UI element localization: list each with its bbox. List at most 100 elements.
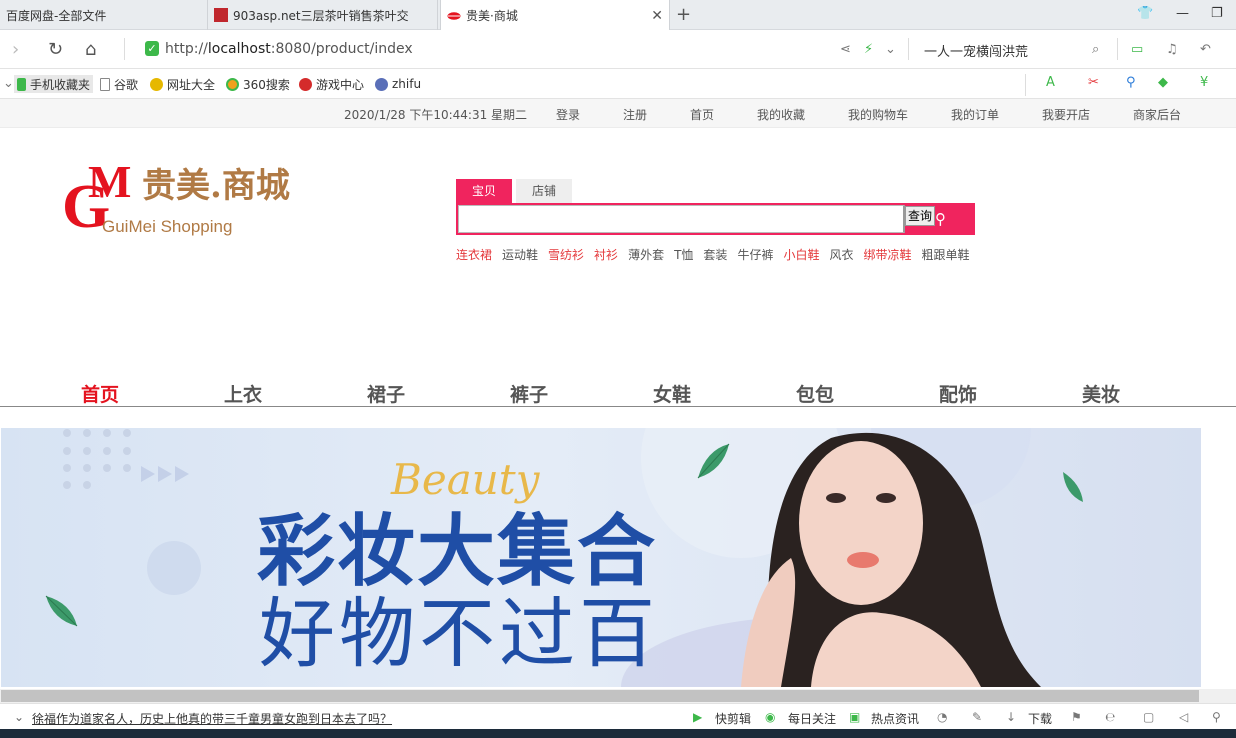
banner-graphic: Beauty 彩妆大集合 好物不过百 xyxy=(45,428,1083,687)
cart-link[interactable]: 我的购物车 xyxy=(848,106,908,123)
scissors-icon[interactable]: ✂ xyxy=(1088,75,1099,90)
divider xyxy=(124,38,125,60)
nav-pants[interactable]: 裤子 xyxy=(479,380,579,407)
bookmark-google[interactable]: 谷歌 xyxy=(100,75,138,93)
chevron-down-icon[interactable]: ⌄ xyxy=(14,710,24,724)
logo-mark-icon: G M 贵美.商城 GuiMei Shopping xyxy=(62,156,290,241)
hot-keyword[interactable]: 薄外套 xyxy=(628,248,664,262)
hot-keyword[interactable]: 牛仔裤 xyxy=(737,248,773,262)
hot-keyword[interactable]: 风衣 xyxy=(829,248,853,262)
maximize-icon[interactable]: ❐ xyxy=(1211,6,1223,21)
bookmark-mobile[interactable]: 手机收藏夹 xyxy=(14,75,94,93)
lightning-icon[interactable]: ⚡ xyxy=(864,42,873,57)
hot-keyword[interactable]: 小白鞋 xyxy=(783,248,819,262)
search-icon: ⚲ xyxy=(935,210,946,228)
browser-tab-bar: 百度网盘-全部文件 903asp.net三层茶叶销售茶叶交 贵美·商城 ✕ + … xyxy=(0,0,1236,31)
site-top-bar: 2020/1/28 下午10:44:31 星期二 登录 注册 首页 我的收藏 我… xyxy=(0,99,1236,128)
nav-makeup[interactable]: 美妆 xyxy=(1051,380,1151,407)
hot-keyword[interactable]: 粗跟单鞋 xyxy=(922,248,970,262)
headphones-icon[interactable]: ♫ xyxy=(1166,42,1178,57)
chevron-down-icon[interactable]: ⌄ xyxy=(885,42,896,57)
battery-icon[interactable]: ▭ xyxy=(1131,42,1143,57)
forward-icon[interactable]: › xyxy=(12,39,19,60)
bookmark-zhifu[interactable]: zhifu xyxy=(375,75,421,93)
promo-banner[interactable]: Beauty 彩妆大集合 好物不过百 xyxy=(1,428,1201,687)
site-favicon-icon xyxy=(214,8,228,22)
nav-home[interactable]: 首页 xyxy=(50,380,150,407)
search-button[interactable]: 查询 xyxy=(905,206,935,226)
bookmark-360[interactable]: 360搜索 xyxy=(226,75,290,93)
register-link[interactable]: 注册 xyxy=(623,106,647,123)
open-shop-link[interactable]: 我要开店 xyxy=(1042,106,1090,123)
orders-link[interactable]: 我的订单 xyxy=(951,106,999,123)
browser-tab[interactable]: 903asp.net三层茶叶销售茶叶交 xyxy=(208,0,438,30)
share-icon[interactable]: ⋖ xyxy=(840,42,851,57)
undo-icon[interactable]: ↶ xyxy=(1200,42,1211,57)
browser-tab-active[interactable]: 贵美·商城 ✕ xyxy=(440,0,670,31)
search-icon[interactable]: ⌕ xyxy=(1092,42,1099,57)
tab-products[interactable]: 宝贝 xyxy=(456,179,512,204)
nav-tops[interactable]: 上衣 xyxy=(193,380,293,407)
bookmark-sites[interactable]: 网址大全 xyxy=(150,75,215,93)
bookmarks-bar: ⌄ 手机收藏夹 谷歌 网址大全 360搜索 游戏中心 zhifu A ✂ ⚲ ◆… xyxy=(0,69,1236,99)
hot-keyword[interactable]: 运动鞋 xyxy=(502,248,538,262)
play-circle-icon: ◉ xyxy=(765,710,776,724)
browser-tab[interactable]: 百度网盘-全部文件 xyxy=(0,0,208,30)
nav-bags[interactable]: 包包 xyxy=(765,380,865,407)
flag-icon[interactable]: ⚑ xyxy=(1071,710,1082,724)
home-icon[interactable]: ⌂ xyxy=(85,39,96,60)
dot-grid xyxy=(63,429,131,489)
horizontal-scrollbar[interactable] xyxy=(0,689,1236,703)
phone-icon xyxy=(17,77,26,91)
speaker-icon[interactable]: ◁ xyxy=(1179,710,1188,724)
speed-icon[interactable]: ◔ xyxy=(937,710,947,724)
bookmark-games[interactable]: 游戏中心 xyxy=(299,75,364,93)
nav-accessories[interactable]: 配饰 xyxy=(908,380,1008,407)
hot-keyword[interactable]: 套装 xyxy=(703,248,727,262)
skin-icon[interactable]: 👕 xyxy=(1137,6,1153,21)
nav-shoes[interactable]: 女鞋 xyxy=(622,380,722,407)
banner-headline: 彩妆大集合 xyxy=(257,507,657,597)
nav-skirts[interactable]: 裙子 xyxy=(336,380,436,407)
download-link[interactable]: 下载 xyxy=(1028,710,1052,727)
minimize-icon[interactable]: — xyxy=(1176,6,1189,21)
url-field[interactable]: http://localhost:8080/product/index xyxy=(165,41,413,57)
browser-search-input[interactable]: 一人一宠横闯洪荒 xyxy=(924,41,1028,60)
hot-keyword[interactable]: 连衣裙 xyxy=(456,248,492,262)
home-link[interactable]: 首页 xyxy=(690,106,714,123)
translate-icon[interactable]: A xyxy=(1046,75,1055,90)
pin-icon[interactable]: ✎ xyxy=(972,710,982,724)
search-input[interactable] xyxy=(458,205,905,233)
refresh-icon[interactable]: ↻ xyxy=(48,39,63,60)
news-ticker-link[interactable]: 徐福作为道家名人，历史上他真的带三千童男童女跑到日本去了吗？ xyxy=(32,710,392,727)
favorites-link[interactable]: 我的收藏 xyxy=(757,106,805,123)
ie-icon[interactable]: ℮ xyxy=(1105,710,1115,724)
zoom-icon[interactable]: ⚲ xyxy=(1212,710,1221,724)
hot-news-link[interactable]: 热点资讯 xyxy=(871,710,919,727)
tab-shops[interactable]: 店铺 xyxy=(516,179,572,204)
hot-keyword[interactable]: 衬衫 xyxy=(594,248,618,262)
scrollbar-thumb[interactable] xyxy=(1,690,1199,702)
gamepad-icon[interactable]: ◆ xyxy=(1158,75,1168,90)
quick-clip-link[interactable]: 快剪辑 xyxy=(715,710,751,727)
logo-title: 贵美.商城 xyxy=(142,166,290,206)
site-logo[interactable]: G M 贵美.商城 GuiMei Shopping xyxy=(60,155,320,245)
search-button-area[interactable]: 查询 ⚲ xyxy=(905,205,973,233)
merchant-admin-link[interactable]: 商家后台 xyxy=(1133,106,1181,123)
window-icon[interactable]: ▢ xyxy=(1143,710,1154,724)
hot-keyword[interactable]: 绑带凉鞋 xyxy=(863,248,911,262)
daily-follow-link[interactable]: 每日关注 xyxy=(788,710,836,727)
hot-keywords: 连衣裙 运动鞋 雪纺衫 衬衫 薄外套 T恤 套装 牛仔裤 小白鞋 风衣 绑带凉鞋 粗跟单鞋 xyxy=(456,246,980,263)
logo-subtitle: GuiMei Shopping xyxy=(102,217,232,236)
search-box: 查询 ⚲ xyxy=(456,203,975,235)
page-icon xyxy=(100,77,110,91)
expand-icon[interactable]: ⌄ xyxy=(3,76,14,91)
magnifier-icon[interactable]: ⚲ xyxy=(1126,75,1136,90)
hot-keyword[interactable]: T恤 xyxy=(674,248,693,262)
login-link[interactable]: 登录 xyxy=(556,106,580,123)
wallet-icon[interactable]: ¥ xyxy=(1200,75,1208,90)
close-tab-icon[interactable]: ✕ xyxy=(651,8,663,24)
hot-keyword[interactable]: 雪纺衫 xyxy=(548,248,584,262)
new-tab-button[interactable]: + xyxy=(676,4,691,25)
secure-shield-icon[interactable]: ✓ xyxy=(145,41,159,56)
